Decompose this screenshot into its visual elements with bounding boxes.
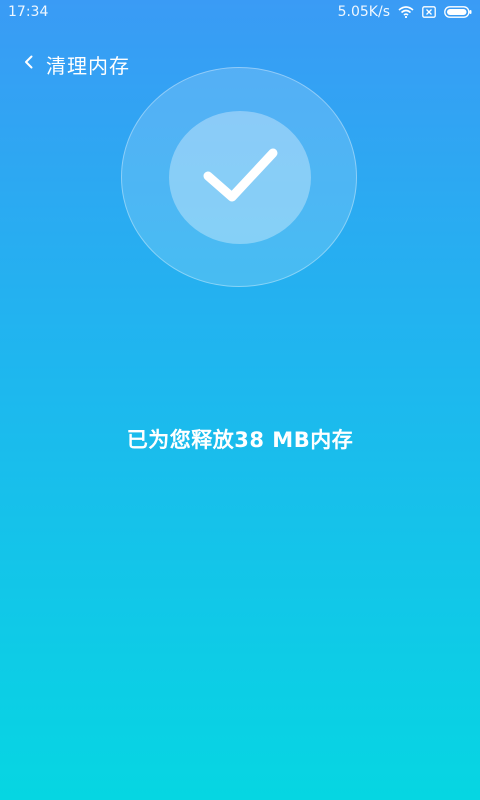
battery-icon bbox=[444, 6, 472, 18]
network-speed: 5.05K/s bbox=[337, 4, 390, 20]
status-time: 17:34 bbox=[8, 4, 49, 20]
sim-blocked-icon bbox=[422, 6, 436, 18]
wifi-icon bbox=[398, 6, 414, 18]
chevron-left-icon bbox=[23, 54, 35, 74]
status-indicators: 5.05K/s bbox=[338, 4, 472, 20]
status-bar: 17:34 5.05K/s bbox=[0, 0, 480, 24]
app-screen: 17:34 5.05K/s 清理内存 已为您释放38 MB内存 bbox=[0, 0, 480, 800]
page-title: 清理内存 bbox=[46, 53, 130, 78]
checkmark-icon bbox=[169, 111, 311, 244]
back-button[interactable] bbox=[18, 48, 40, 80]
freed-memory-message: 已为您释放38 MB内存 bbox=[126, 428, 354, 452]
title-bar: 清理内存 bbox=[18, 48, 130, 80]
